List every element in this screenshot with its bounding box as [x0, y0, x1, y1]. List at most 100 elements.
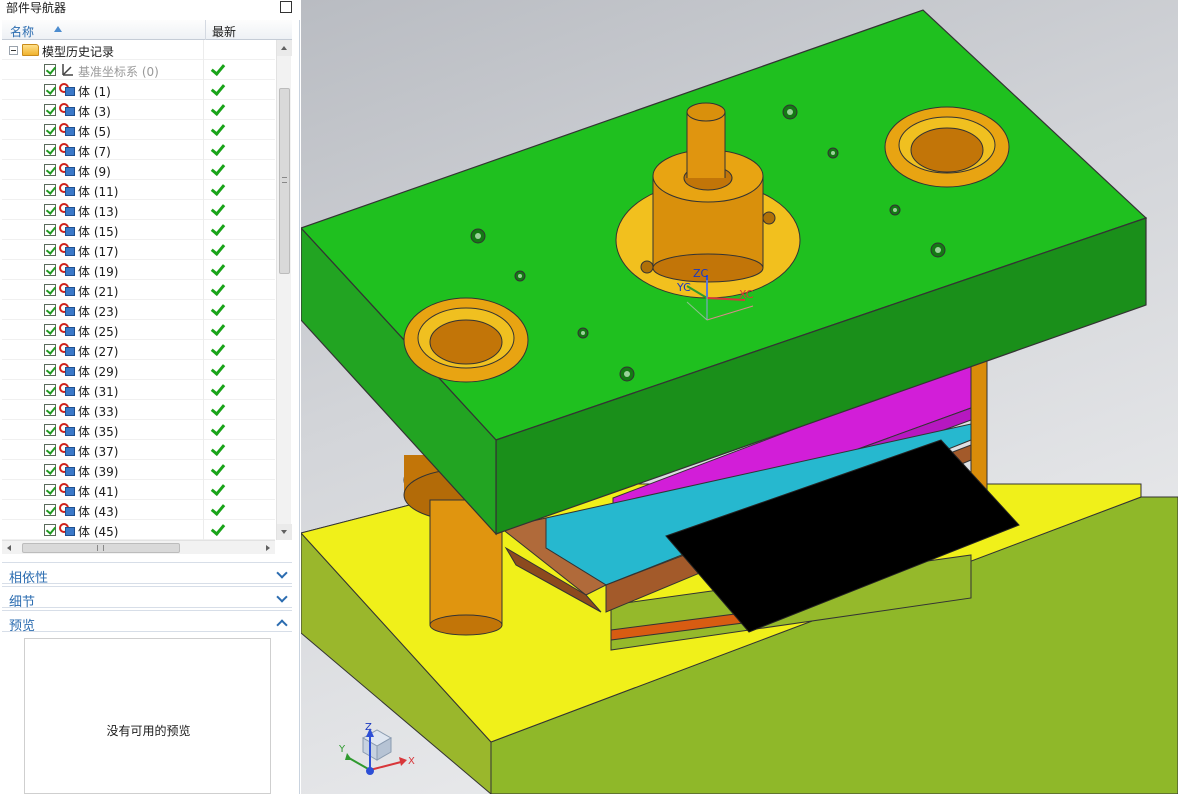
tree-vertical-scrollbar[interactable]: [276, 40, 292, 540]
body-feature-icon: [59, 243, 75, 257]
body-feature-icon: [59, 443, 75, 457]
triad-y-label: Y: [338, 744, 346, 755]
tree-row-body[interactable]: 体 (15): [2, 220, 275, 240]
column-latest-header[interactable]: 最新: [212, 23, 236, 40]
tree-row-body[interactable]: 体 (7): [2, 140, 275, 160]
body-feature-icon: [59, 323, 75, 337]
tree-row-body[interactable]: 体 (3): [2, 100, 275, 120]
column-divider[interactable]: [205, 20, 206, 40]
tree-horizontal-scrollbar[interactable]: [2, 540, 275, 554]
visibility-checkbox[interactable]: [44, 224, 56, 236]
visibility-checkbox[interactable]: [44, 304, 56, 316]
scroll-down-icon[interactable]: [277, 524, 292, 540]
tree-row-body[interactable]: 体 (25): [2, 320, 275, 340]
tree-row-body[interactable]: 体 (21): [2, 280, 275, 300]
wcs-z-label: ZC: [693, 267, 709, 280]
body-feature-icon: [59, 163, 75, 177]
die-set-model[interactable]: ZC YC XC Z Y X: [301, 0, 1178, 794]
tree-row-body[interactable]: 体 (27): [2, 340, 275, 360]
visibility-checkbox[interactable]: [44, 324, 56, 336]
tree-root-row[interactable]: 模型历史记录: [2, 40, 275, 60]
tree-row-label: 体 (33): [78, 405, 119, 419]
graphics-viewport[interactable]: ZC YC XC Z Y X: [301, 0, 1178, 794]
visibility-checkbox[interactable]: [44, 404, 56, 416]
tree-row-body[interactable]: 体 (9): [2, 160, 275, 180]
column-name-header[interactable]: 名称: [10, 23, 34, 40]
body-feature-icon: [59, 523, 75, 537]
tree-row-label: 体 (45): [78, 525, 119, 539]
guide-bushing-left[interactable]: [403, 297, 529, 383]
restore-icon[interactable]: [280, 1, 292, 13]
wcs-y-label: YC: [676, 281, 691, 294]
up-to-date-check-icon: [211, 223, 223, 235]
visibility-checkbox[interactable]: [44, 124, 56, 136]
tree-row-label: 体 (31): [78, 385, 119, 399]
tree-row-body[interactable]: 体 (1): [2, 80, 275, 100]
tree-row-body[interactable]: 体 (31): [2, 380, 275, 400]
visibility-checkbox[interactable]: [44, 444, 56, 456]
up-to-date-check-icon: [211, 383, 223, 395]
tree-row-body[interactable]: 体 (11): [2, 180, 275, 200]
wcs-x-label: XC: [739, 288, 754, 301]
scroll-up-icon[interactable]: [277, 40, 292, 56]
visibility-checkbox[interactable]: [44, 64, 56, 76]
visibility-checkbox[interactable]: [44, 104, 56, 116]
collapse-icon[interactable]: [9, 46, 18, 55]
tree-row-body[interactable]: 体 (5): [2, 120, 275, 140]
up-to-date-check-icon: [211, 523, 223, 535]
folder-open-icon: [22, 44, 39, 56]
visibility-checkbox[interactable]: [44, 284, 56, 296]
tree-row-body[interactable]: 体 (37): [2, 440, 275, 460]
tree-row-body[interactable]: 体 (33): [2, 400, 275, 420]
visibility-checkbox[interactable]: [44, 504, 56, 516]
visibility-checkbox[interactable]: [44, 384, 56, 396]
body-feature-icon: [59, 183, 75, 197]
scroll-thumb-horizontal[interactable]: [22, 543, 180, 553]
visibility-checkbox[interactable]: [44, 364, 56, 376]
section-details-label: 细节: [9, 595, 36, 610]
visibility-checkbox[interactable]: [44, 524, 56, 536]
tree-row-label: 体 (39): [78, 465, 119, 479]
view-triad[interactable]: Z Y X: [338, 722, 415, 775]
scroll-thumb[interactable]: [279, 88, 290, 274]
body-feature-icon: [59, 363, 75, 377]
tree-row-body[interactable]: 体 (45): [2, 520, 275, 540]
body-feature-icon: [59, 83, 75, 97]
body-feature-icon: [59, 223, 75, 237]
tree-row-body[interactable]: 体 (39): [2, 460, 275, 480]
visibility-checkbox[interactable]: [44, 164, 56, 176]
tree-row-body[interactable]: 体 (35): [2, 420, 275, 440]
visibility-checkbox[interactable]: [44, 204, 56, 216]
visibility-checkbox[interactable]: [44, 244, 56, 256]
visibility-checkbox[interactable]: [44, 144, 56, 156]
part-navigator-panel: 部件导航器 名称 最新 模型历史记录 基准坐标系 (0) 体 (1) 体 (3) 体…: [0, 0, 300, 794]
tree-row-body[interactable]: 体 (23): [2, 300, 275, 320]
section-preview[interactable]: 预览: [2, 610, 292, 634]
guide-bushing-right[interactable]: [884, 106, 1010, 188]
chevron-down-icon[interactable]: [276, 567, 288, 579]
tree-row-body[interactable]: 体 (41): [2, 480, 275, 500]
chevron-down-icon[interactable]: [276, 591, 288, 603]
body-feature-icon: [59, 383, 75, 397]
visibility-checkbox[interactable]: [44, 184, 56, 196]
section-details[interactable]: 细节: [2, 586, 292, 610]
scroll-left-icon[interactable]: [2, 541, 16, 555]
tree-row-body[interactable]: 体 (13): [2, 200, 275, 220]
up-to-date-check-icon: [211, 143, 223, 155]
visibility-checkbox[interactable]: [44, 464, 56, 476]
visibility-checkbox[interactable]: [44, 344, 56, 356]
visibility-checkbox[interactable]: [44, 424, 56, 436]
chevron-up-icon[interactable]: [276, 619, 288, 631]
sort-ascending-icon[interactable]: [54, 26, 62, 32]
scroll-right-icon[interactable]: [261, 541, 275, 555]
visibility-checkbox[interactable]: [44, 84, 56, 96]
body-feature-icon: [59, 343, 75, 357]
section-dependencies[interactable]: 相依性: [2, 562, 292, 586]
tree-row-datum[interactable]: 基准坐标系 (0): [2, 60, 275, 80]
visibility-checkbox[interactable]: [44, 484, 56, 496]
tree-row-body[interactable]: 体 (19): [2, 260, 275, 280]
tree-row-body[interactable]: 体 (17): [2, 240, 275, 260]
tree-row-body[interactable]: 体 (29): [2, 360, 275, 380]
tree-row-body[interactable]: 体 (43): [2, 500, 275, 520]
visibility-checkbox[interactable]: [44, 264, 56, 276]
